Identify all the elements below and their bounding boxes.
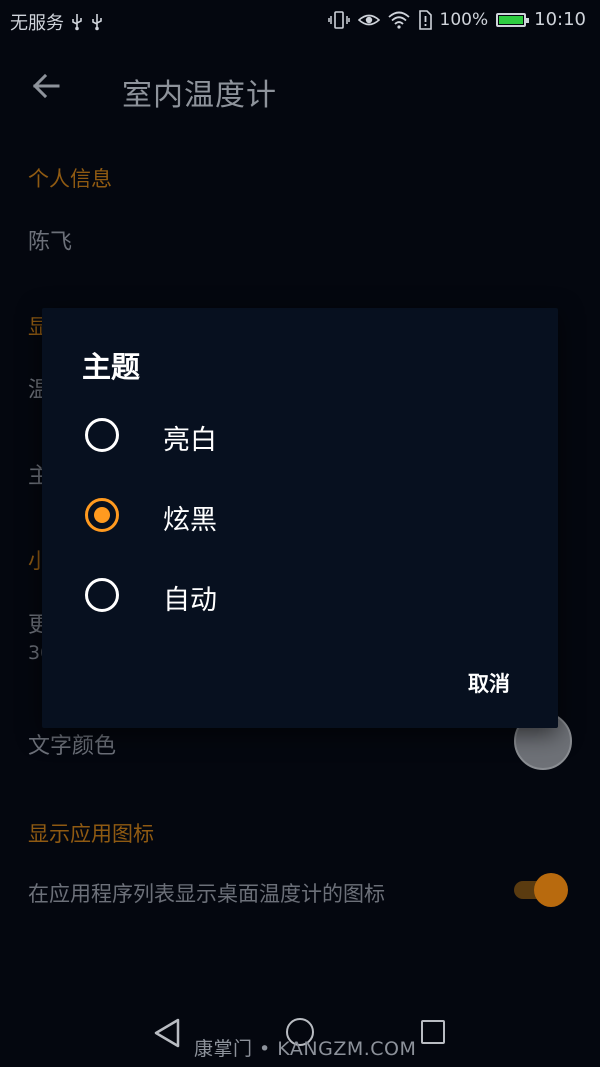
option-label: 自动 [163,585,217,616]
option-label: 炫黑 [163,505,217,536]
nav-back-icon[interactable] [152,1017,182,1049]
dialog-title: 主题 [82,350,141,384]
theme-option-auto[interactable]: 自动 [42,560,558,632]
navigation-bar: 康掌门 • KANGZM.COM [0,1000,600,1067]
radio-unchecked[interactable] [85,578,119,612]
theme-dialog: 主题 亮白 炫黑 自动 取消 [42,308,558,728]
cancel-button[interactable]: 取消 [468,668,510,698]
theme-option-dark[interactable]: 炫黑 [42,480,558,552]
theme-option-light[interactable]: 亮白 [42,400,558,472]
radio-checked[interactable] [85,498,119,532]
radio-unchecked[interactable] [85,418,119,452]
watermark: 康掌门 • KANGZM.COM [194,1038,417,1060]
nav-recents-icon[interactable] [421,1020,445,1044]
option-label: 亮白 [163,425,217,456]
